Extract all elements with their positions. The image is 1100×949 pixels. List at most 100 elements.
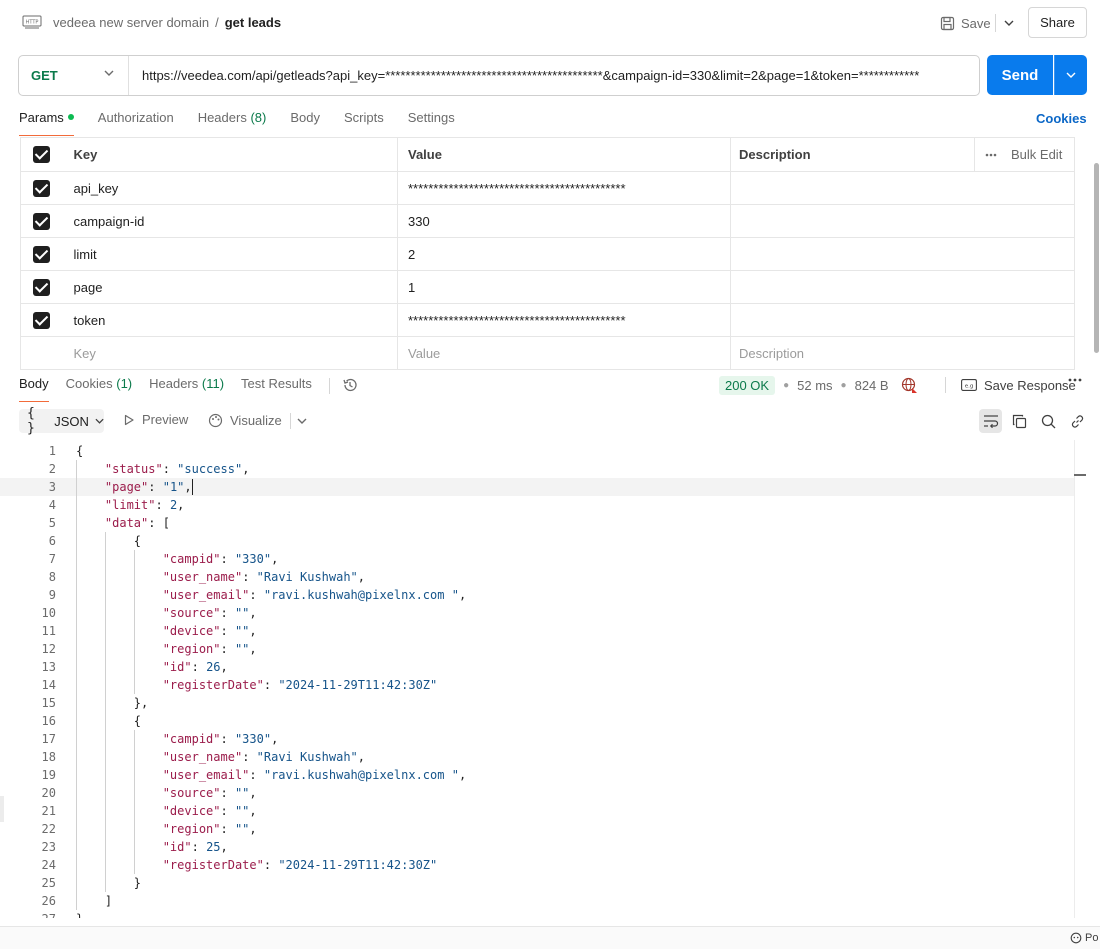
param-checkbox-cell [20, 237, 63, 271]
network-globe-icon[interactable] [901, 377, 918, 394]
params-scrollbar-thumb[interactable] [1094, 163, 1099, 353]
code-text: "registerDate": "2024-11-29T11:42:30Z" [162, 678, 438, 692]
send-options-button[interactable] [1054, 55, 1087, 95]
line-number: 24 [41, 858, 56, 872]
tab-headers[interactable]: Headers (8) [198, 110, 267, 136]
code-line: 25 } [0, 874, 1074, 892]
line-number: 19 [41, 768, 56, 782]
tab-settings[interactable]: Settings [408, 110, 455, 136]
param-key[interactable]: limit [62, 237, 398, 271]
preview-button[interactable]: Preview [123, 412, 188, 427]
code-text: "campid": "330", [162, 732, 279, 746]
send-button[interactable]: Send [987, 55, 1053, 95]
code-scrollbar[interactable] [1074, 440, 1086, 918]
param-key[interactable]: token [62, 303, 398, 337]
response-tab-headers[interactable]: Headers (11) [149, 376, 224, 402]
tab-body[interactable]: Body [290, 110, 320, 136]
footer-postbot[interactable]: Po [1070, 932, 1098, 944]
line-number: 5 [48, 516, 56, 530]
code-line: 14 "registerDate": "2024-11-29T11:42:30Z… [0, 676, 1074, 694]
code-line: 15 }, [0, 694, 1074, 712]
save-response-button[interactable]: e.g Save Response [945, 377, 1076, 393]
param-value[interactable]: 2 [397, 237, 731, 271]
save-button[interactable]: Save [932, 8, 996, 38]
request-name[interactable]: get leads [225, 15, 281, 30]
method-selector[interactable]: GET [19, 56, 129, 95]
format-selector[interactable]: { } JSON [19, 406, 104, 436]
code-text: }, [76, 696, 149, 710]
cookies-link[interactable]: Cookies [1036, 111, 1087, 126]
svg-text:HTTP: HTTP [26, 20, 39, 26]
tab-scripts[interactable]: Scripts [344, 110, 384, 136]
line-number: 7 [48, 552, 56, 566]
more-options-icon[interactable] [1068, 378, 1082, 382]
response-tab-cookies[interactable]: Cookies (1) [66, 376, 132, 402]
wrap-lines-button[interactable] [979, 409, 1002, 433]
save-response-icon: e.g [961, 379, 977, 391]
new-param-key-input[interactable]: Key [62, 336, 398, 370]
code-text: ] [76, 894, 113, 908]
chevron-down-icon [1066, 72, 1076, 78]
param-checkbox[interactable] [33, 278, 51, 296]
save-options-button[interactable] [998, 8, 1020, 38]
response-time[interactable]: 52 ms [797, 378, 832, 393]
code-text: { [76, 534, 142, 548]
link-button[interactable] [1066, 409, 1089, 433]
response-size[interactable]: 824 B [855, 378, 889, 393]
param-description[interactable] [730, 171, 1075, 205]
param-key[interactable]: api_key [62, 171, 398, 205]
tab-params[interactable]: Params [19, 110, 74, 136]
response-tab-test-results[interactable]: Test Results [241, 376, 312, 402]
response-tab-headers-label: Headers [149, 376, 199, 391]
visualize-options-button[interactable] [294, 411, 310, 431]
play-icon [124, 414, 134, 425]
param-description[interactable] [730, 204, 1075, 238]
indent-guide [104, 532, 106, 892]
select-all-checkbox[interactable] [33, 146, 51, 164]
new-param-value-input[interactable]: Value [397, 336, 731, 370]
line-number: 22 [41, 822, 56, 836]
description-column-header: Description Bulk Edit [730, 137, 1075, 172]
param-description[interactable] [730, 303, 1075, 337]
param-checkbox[interactable] [33, 212, 51, 230]
code-text: { [76, 444, 84, 458]
param-value[interactable]: ****************************************… [397, 303, 731, 337]
value-column-header: Value [397, 137, 731, 172]
save-response-label: Save Response [984, 377, 1076, 393]
tab-authorization[interactable]: Authorization [98, 110, 174, 136]
breadcrumb-collection[interactable]: vedeea new server domain [53, 15, 209, 30]
postbot-icon [1070, 932, 1082, 944]
response-code-viewer[interactable]: 1{2 "status": "success", 3 "page": "1", 4 … [0, 440, 1090, 918]
search-button[interactable] [1037, 409, 1060, 433]
history-icon[interactable] [342, 377, 358, 393]
param-key[interactable]: campaign-id [62, 204, 398, 238]
status-badge[interactable]: 200 OK [719, 375, 776, 395]
param-checkbox[interactable] [33, 311, 51, 329]
share-button[interactable]: Share [1028, 7, 1087, 38]
code-line: 10 "source": "", [0, 604, 1074, 622]
bulk-edit-button[interactable]: Bulk Edit [974, 138, 1074, 171]
indent-guide [133, 730, 135, 874]
param-checkbox[interactable] [33, 245, 51, 263]
param-row: limit 2 [20, 237, 1075, 271]
url-input[interactable]: https://veedea.com/api/getleads?api_key=… [129, 56, 979, 95]
response-tab-body[interactable]: Body [19, 376, 49, 402]
param-checkbox[interactable] [33, 179, 51, 197]
param-new-row: Key Value Description [20, 336, 1075, 370]
breadcrumb: vedeea new server domain / get leads [53, 15, 281, 30]
code-scrollbar-thumb[interactable] [1074, 474, 1086, 476]
response-tabs: Body Cookies (1) Headers (11) Test Resul… [19, 376, 358, 402]
copy-button[interactable] [1008, 409, 1031, 433]
param-description[interactable] [730, 237, 1075, 271]
param-key[interactable]: page [62, 270, 398, 304]
param-description[interactable] [730, 270, 1075, 304]
tab-headers-label: Headers [197, 110, 247, 125]
param-value[interactable]: 330 [397, 204, 731, 238]
param-value[interactable]: ****************************************… [397, 171, 731, 205]
param-value[interactable]: 1 [397, 270, 731, 304]
line-number: 12 [41, 642, 56, 656]
new-param-description-input[interactable]: Description [730, 336, 1075, 370]
visualize-button[interactable]: Visualize [208, 412, 282, 428]
code-text: } [76, 910, 83, 918]
line-number: 6 [48, 534, 56, 548]
